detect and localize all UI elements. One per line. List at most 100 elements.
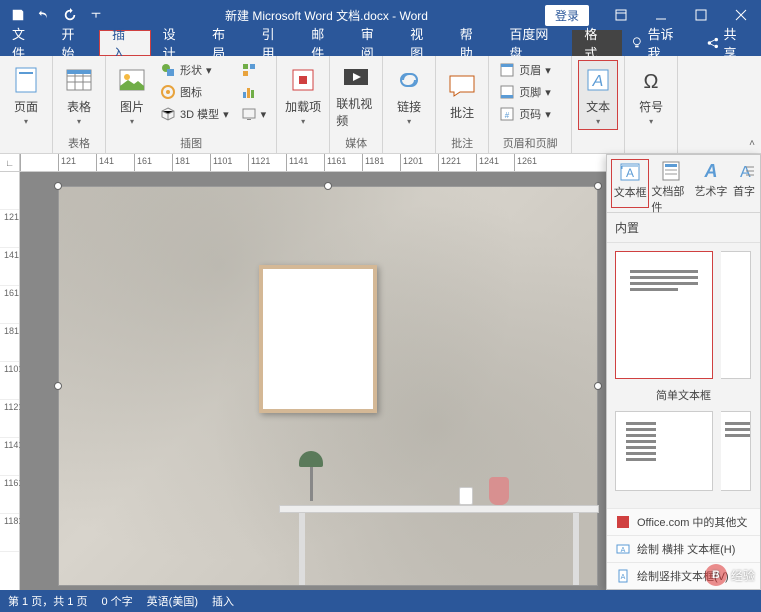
more-from-office[interactable]: Office.com 中的其他文 xyxy=(607,508,760,535)
comment-icon xyxy=(446,70,478,102)
builtin-section-label: 内置 xyxy=(607,213,760,243)
tell-me[interactable]: 告诉我 xyxy=(622,30,694,56)
desk-graphic xyxy=(279,505,599,585)
group-media-label: 媒体 xyxy=(336,133,376,153)
group-comment-label: 批注 xyxy=(442,133,482,153)
header-icon xyxy=(499,62,515,78)
tab-mailings[interactable]: 邮件 xyxy=(299,30,349,56)
symbols-button[interactable]: Ω 符号▾ xyxy=(631,60,671,130)
smartart-icon xyxy=(241,62,257,78)
quickparts-tool[interactable]: 文档部件 xyxy=(651,159,689,208)
online-video-button[interactable]: 联机视频 xyxy=(336,60,376,130)
svg-text:Ω: Ω xyxy=(644,71,659,93)
ruler-corner[interactable]: ∟ xyxy=(0,154,20,172)
menu-tabs: 文件 开始 插入 设计 布局 引用 邮件 审阅 视图 帮助 百度网盘 格式 告诉… xyxy=(0,30,761,56)
maximize-icon[interactable] xyxy=(681,0,721,30)
selection-handle[interactable] xyxy=(54,182,62,190)
wordart-tool[interactable]: A 艺术字 xyxy=(692,159,730,208)
smartart-button[interactable] xyxy=(237,60,271,80)
textbox-preset-simple[interactable] xyxy=(615,251,713,379)
icons-button[interactable]: 图标 xyxy=(156,82,233,102)
textbox-tool[interactable]: A 文本框 xyxy=(611,159,649,208)
tab-references[interactable]: 引用 xyxy=(250,30,300,56)
links-button[interactable]: 链接▾ xyxy=(389,60,429,130)
selection-handle[interactable] xyxy=(54,382,62,390)
header-button[interactable]: 页眉 ▾ xyxy=(495,60,565,80)
picture-icon xyxy=(116,64,148,96)
shapes-icon xyxy=(160,62,176,78)
textbox-preset-partial[interactable] xyxy=(721,251,751,379)
svg-text:A: A xyxy=(703,161,717,181)
status-mode[interactable]: 插入 xyxy=(212,593,234,609)
share-icon xyxy=(706,36,720,50)
lamp-graphic xyxy=(299,451,323,501)
pages-button[interactable]: 页面▾ xyxy=(6,60,46,130)
tab-review[interactable]: 审阅 xyxy=(349,30,399,56)
selection-handle[interactable] xyxy=(324,182,332,190)
wordart-icon: A xyxy=(697,159,725,183)
table-button[interactable]: 表格▾ xyxy=(59,60,99,130)
ribbon: 页面▾ 表格▾ 表格 图片▾ 形状 ▾ 图标 3D 模型 ▾ xyxy=(0,56,761,154)
group-illustrations-label: 插图 xyxy=(112,133,270,153)
svg-text:#: # xyxy=(505,111,510,120)
tab-insert[interactable]: 插入 xyxy=(99,30,151,56)
parts-icon xyxy=(657,159,685,183)
svg-text:A: A xyxy=(621,547,626,554)
tab-view[interactable]: 视图 xyxy=(398,30,448,56)
selection-handle[interactable] xyxy=(594,382,602,390)
textbox-preset-partial2[interactable] xyxy=(721,411,751,491)
status-page[interactable]: 第 1 页，共 1 页 xyxy=(8,593,87,609)
qat-customize-icon[interactable] xyxy=(84,3,108,27)
cup-graphic xyxy=(459,487,473,505)
footer-icon xyxy=(499,84,515,100)
screenshot-button[interactable]: ▾ xyxy=(237,104,271,124)
pagenum-icon: # xyxy=(499,106,515,122)
selection-handle[interactable] xyxy=(594,182,602,190)
tab-file[interactable]: 文件 xyxy=(0,30,50,56)
preset-label: 简单文本框 xyxy=(615,387,752,403)
draw-v-icon: A xyxy=(615,568,631,584)
watermark-logo-icon: B xyxy=(705,564,727,586)
tab-format[interactable]: 格式 xyxy=(572,30,622,56)
collapse-ribbon-icon[interactable]: ˄ xyxy=(749,138,755,149)
icons-icon xyxy=(160,84,176,100)
status-wordcount[interactable]: 0 个字 xyxy=(101,593,132,609)
login-button[interactable]: 登录 xyxy=(545,5,589,26)
page-icon xyxy=(10,64,42,96)
draw-horizontal-textbox[interactable]: A 绘制 横排 文本框(H) xyxy=(607,535,760,562)
share-button[interactable]: 共享 xyxy=(694,30,761,56)
status-bar: 第 1 页，共 1 页 0 个字 英语(美国) 插入 xyxy=(0,590,761,612)
footer-button[interactable]: 页脚 ▾ xyxy=(495,82,565,102)
svg-text:A: A xyxy=(621,574,626,581)
group-table-label: 表格 xyxy=(59,133,99,153)
tab-help[interactable]: 帮助 xyxy=(448,30,498,56)
svg-text:A: A xyxy=(592,73,604,90)
link-icon xyxy=(393,64,425,96)
text-dropdown-panel: A 文本框 文档部件 A 艺术字 A 首字 内置 简单文本框 xyxy=(606,154,761,590)
tab-baidu[interactable]: 百度网盘 xyxy=(497,30,572,56)
tab-design[interactable]: 设计 xyxy=(151,30,201,56)
pagenum-button[interactable]: #页码 ▾ xyxy=(495,104,565,124)
picture-frame xyxy=(259,265,377,413)
screenshot-icon xyxy=(241,106,257,122)
pictures-button[interactable]: 图片▾ xyxy=(112,60,152,130)
comment-button[interactable]: 批注 xyxy=(442,60,482,130)
video-icon xyxy=(340,61,372,93)
group-headerfooter-label: 页眉和页脚 xyxy=(495,133,565,153)
shapes-button[interactable]: 形状 ▾ xyxy=(156,60,233,80)
text-button[interactable]: A 文本▾ xyxy=(578,60,618,130)
ruler-vertical[interactable]: 12114116118111011121114111611181 xyxy=(0,172,20,590)
textbox-preset-sidebar[interactable] xyxy=(615,411,713,491)
cube-icon xyxy=(160,106,176,122)
3dmodel-button[interactable]: 3D 模型 ▾ xyxy=(156,104,233,124)
textbox-icon: A xyxy=(616,160,644,184)
inserted-image[interactable] xyxy=(58,186,598,586)
status-language[interactable]: 英语(美国) xyxy=(147,593,198,609)
dropcap-tool[interactable]: A 首字 xyxy=(732,159,756,208)
tab-home[interactable]: 开始 xyxy=(50,30,100,56)
tab-layout[interactable]: 布局 xyxy=(200,30,250,56)
svg-text:A: A xyxy=(626,166,634,180)
addins-button[interactable]: 加载项▾ xyxy=(283,60,323,130)
dropcap-icon: A xyxy=(730,159,758,183)
chart-button[interactable] xyxy=(237,82,271,102)
